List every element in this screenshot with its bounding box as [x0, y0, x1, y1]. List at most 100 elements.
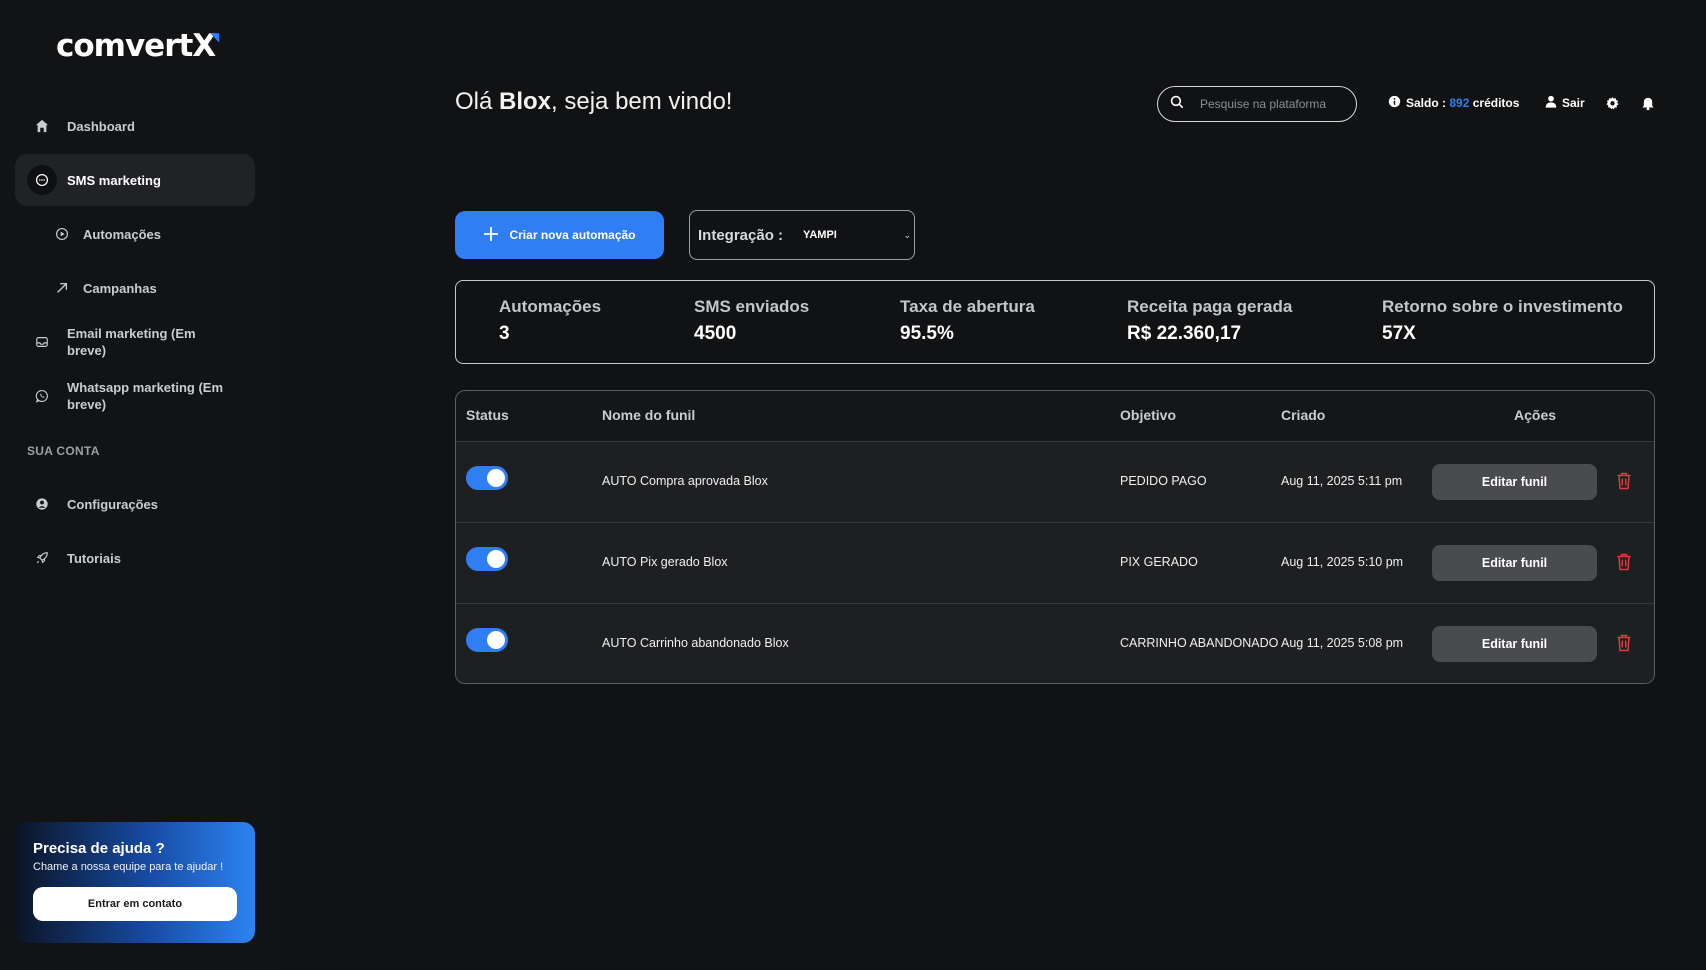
create-automation-button[interactable]: Criar nova automação — [455, 211, 664, 259]
stat-value: R$ 22.360,17 — [1127, 323, 1242, 344]
funnel-objective: PEDIDO PAGO — [1120, 474, 1207, 488]
page-title: Olá Blox, seja bem vindo! — [455, 88, 732, 116]
sidebar-item-email-marketing[interactable]: Email marketing (Em breve) — [15, 316, 255, 368]
whatsapp-icon — [27, 381, 57, 411]
search-box[interactable] — [1157, 86, 1357, 122]
plus-icon — [483, 226, 499, 245]
funnels-table: Status Nome do funil Objetivo Criado Açõ… — [455, 390, 1655, 684]
stat-value: 95.5% — [900, 323, 954, 344]
sidebar: comvertX ◥ Dashboard SMS marketing Automa… — [0, 0, 276, 970]
help-text: Chame a nossa equipe para te ajudar ! — [33, 861, 224, 873]
sidebar-item-label: Whatsapp marketing (Em breve) — [67, 380, 224, 412]
sidebar-item-label: SMS marketing — [67, 172, 161, 188]
search-icon — [1170, 95, 1184, 114]
sidebar-item-automacoes[interactable]: Automações — [15, 208, 255, 260]
sidebar-item-campanhas[interactable]: Campanhas — [15, 262, 255, 314]
edit-funnel-button[interactable]: Editar funil — [1432, 464, 1597, 500]
status-toggle[interactable] — [466, 547, 508, 571]
greeting-prefix: Olá — [455, 88, 500, 115]
status-toggle[interactable] — [466, 628, 508, 652]
chevron-down-icon: ⌄ — [903, 230, 911, 240]
sidebar-item-label: Campanhas — [83, 280, 157, 296]
logo-x: X ◥ — [192, 28, 219, 64]
status-toggle[interactable] — [466, 466, 508, 490]
inbox-icon — [27, 327, 57, 357]
trash-icon[interactable] — [1616, 634, 1632, 657]
stats-panel: Automações 3 SMS enviados 4500 Taxa de a… — [455, 280, 1655, 364]
toggle-knob — [487, 550, 505, 568]
funnel-objective: PIX GERADO — [1120, 555, 1198, 569]
funnel-name: AUTO Compra aprovada Blox — [602, 474, 768, 488]
sidebar-item-whatsapp-marketing[interactable]: Whatsapp marketing (Em breve) — [15, 370, 255, 422]
logo-arrow-icon: ◥ — [210, 30, 219, 44]
trash-icon[interactable] — [1616, 472, 1632, 495]
edit-funnel-button[interactable]: Editar funil — [1432, 545, 1597, 581]
toggle-knob — [487, 469, 505, 487]
funnel-objective: CARRINHO ABANDONADO — [1120, 636, 1279, 650]
info-icon — [1388, 95, 1401, 111]
chat-icon — [27, 165, 57, 195]
sidebar-item-label: Email marketing (Em breve) — [67, 326, 196, 358]
funnel-name: AUTO Carrinho abandonado Blox — [602, 636, 789, 650]
stat-title: Automações — [499, 297, 602, 316]
section-title-account: SUA CONTA — [27, 444, 100, 458]
column-header-name: Nome do funil — [602, 407, 696, 423]
stat-title: Retorno sobre o investimento — [1382, 297, 1623, 316]
funnel-created: Aug 11, 2025 5:08 pm — [1281, 636, 1404, 650]
integration-value: YAMPI — [803, 229, 837, 241]
user-icon — [1545, 95, 1557, 111]
stat-sms-enviados: SMS enviados 4500 — [694, 297, 809, 345]
balance-label: Saldo : — [1406, 96, 1450, 110]
integration-label: Integração : — [698, 226, 784, 244]
play-icon — [53, 219, 71, 249]
help-title: Precisa de ajuda ? — [33, 840, 165, 857]
table-row: AUTO Compra aprovada Blox PEDIDO PAGO Au… — [456, 441, 1654, 522]
contact-button[interactable]: Entrar em contato — [33, 887, 237, 921]
balance-display: Saldo : 892 créditos — [1388, 95, 1519, 111]
stat-value: 3 — [499, 323, 510, 344]
stat-receita: Receita paga gerada R$ 22.360,17 — [1127, 297, 1292, 345]
stat-taxa-abertura: Taxa de abertura 95.5% — [900, 297, 1035, 345]
stat-value: 4500 — [694, 323, 737, 344]
stat-title: SMS enviados — [694, 297, 810, 316]
toggle-knob — [487, 631, 505, 649]
integration-select[interactable]: Integração : YAMPI ⌄ — [689, 210, 915, 260]
help-card: Precisa de ajuda ? Chame a nossa equipe … — [15, 822, 255, 943]
column-header-status: Status — [466, 407, 509, 423]
stat-title: Taxa de abertura — [900, 297, 1035, 316]
search-input[interactable] — [1200, 97, 1350, 111]
rocket-icon — [27, 543, 57, 573]
greeting-user-name: Blox — [499, 88, 552, 115]
bell-icon[interactable] — [1641, 96, 1655, 116]
balance-unit: créditos — [1472, 96, 1520, 110]
sidebar-item-label: Automações — [83, 226, 162, 242]
stat-title: Receita paga gerada — [1127, 297, 1293, 316]
arrow-up-right-icon — [53, 273, 71, 303]
create-automation-label: Criar nova automação — [509, 228, 636, 242]
gear-icon[interactable] — [1605, 96, 1620, 116]
funnel-created: Aug 11, 2025 5:10 pm — [1281, 555, 1404, 569]
funnel-name: AUTO Pix gerado Blox — [602, 555, 728, 569]
sidebar-item-configuracoes[interactable]: Configurações — [15, 478, 255, 530]
trash-icon[interactable] — [1616, 553, 1632, 576]
sidebar-item-tutoriais[interactable]: Tutoriais — [15, 532, 255, 584]
column-header-objective: Objetivo — [1120, 407, 1177, 423]
table-row: AUTO Pix gerado Blox PIX GERADO Aug 11, … — [456, 522, 1654, 603]
edit-funnel-button[interactable]: Editar funil — [1432, 626, 1597, 662]
sidebar-item-label: Dashboard — [67, 118, 135, 134]
stat-roi: Retorno sobre o investimento 57X — [1382, 297, 1623, 345]
balance-value: 892 — [1449, 96, 1470, 110]
sidebar-item-sms-marketing[interactable]: SMS marketing — [15, 154, 255, 206]
stat-automacoes: Automações 3 — [499, 297, 601, 345]
logo-text: comvert — [56, 28, 193, 64]
logout-label: Sair — [1562, 96, 1585, 110]
table-row: AUTO Carrinho abandonado Blox CARRINHO A… — [456, 603, 1654, 683]
stat-value: 57X — [1382, 323, 1416, 344]
home-icon — [27, 111, 57, 141]
sidebar-item-label: Configurações — [67, 496, 159, 512]
sidebar-item-dashboard[interactable]: Dashboard — [15, 100, 255, 152]
sidebar-item-label: Tutoriais — [67, 550, 121, 566]
brand-logo[interactable]: comvertX ◥ — [56, 28, 219, 64]
funnel-created: Aug 11, 2025 5:11 pm — [1281, 474, 1403, 488]
logout-link[interactable]: Sair — [1545, 95, 1585, 111]
